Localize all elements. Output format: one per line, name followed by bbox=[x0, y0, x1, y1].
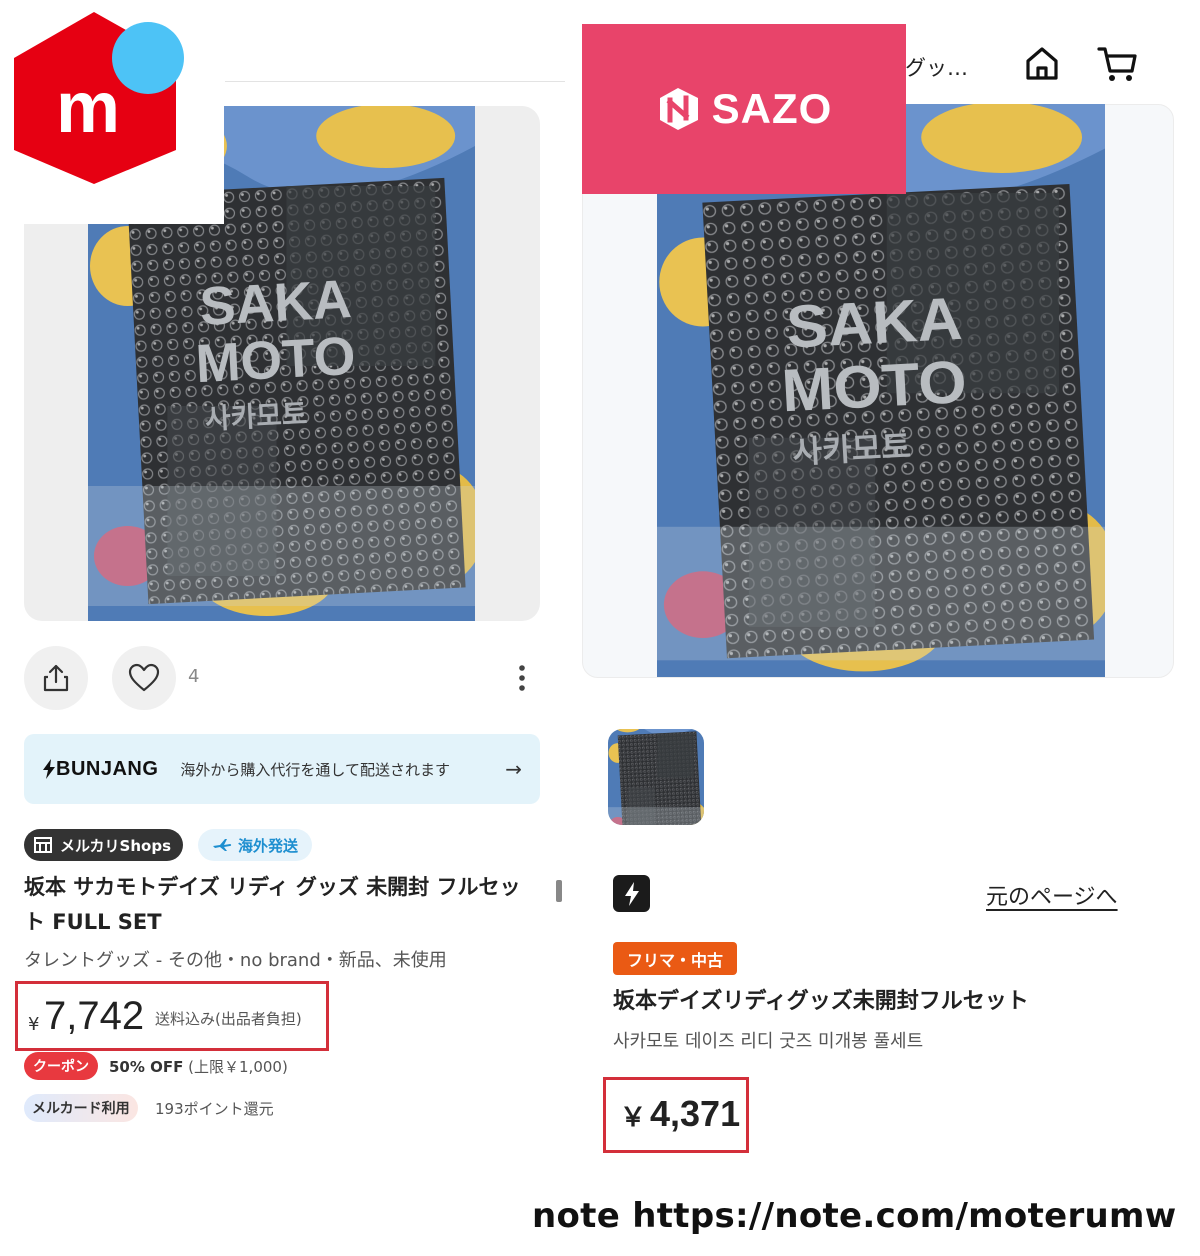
header-title-truncated: グッ… bbox=[905, 56, 968, 80]
product-meta: タレントグッズ - その他・no brand・新品、未使用 bbox=[24, 950, 447, 971]
price-value: 7,742 bbox=[44, 994, 145, 1038]
mercari-shops-badge: メルカリShops bbox=[24, 829, 184, 861]
scrollbar-thumb[interactable] bbox=[556, 880, 562, 902]
header-divider bbox=[225, 81, 565, 82]
overseas-shipping-badge: 海外発送 bbox=[198, 829, 313, 861]
mercari-logo-letter: m bbox=[56, 68, 120, 148]
bunjang-logo: BUNJANG bbox=[42, 758, 158, 781]
overseas-badge-label: 海外発送 bbox=[238, 836, 299, 855]
lightning-icon bbox=[613, 875, 650, 912]
points-info: 193ポイント還元 bbox=[155, 1100, 274, 1118]
price-currency: ￥ bbox=[620, 1102, 647, 1132]
like-button[interactable] bbox=[112, 646, 176, 710]
airplane-icon bbox=[213, 839, 232, 851]
share-icon bbox=[43, 664, 69, 692]
price-value: 4,371 bbox=[650, 1093, 741, 1134]
product-title: 坂本 サカモトデイズ リディ グッズ 未開封 フルセット FULL SET bbox=[24, 875, 521, 934]
thumbnail-image[interactable] bbox=[608, 729, 704, 825]
lightning-icon bbox=[43, 759, 55, 779]
arrow-right-icon: → bbox=[505, 757, 522, 781]
coupon-info: 50% OFF (上限￥1,000) bbox=[109, 1056, 288, 1077]
home-icon[interactable] bbox=[1022, 44, 1062, 84]
price: ￥ 4,371 bbox=[620, 1093, 740, 1135]
more-options-icon[interactable] bbox=[510, 662, 534, 694]
merucard-badge: メルカード利用 bbox=[24, 1094, 138, 1122]
coupon-limit: (上限￥1,000) bbox=[188, 1058, 288, 1076]
original-page-link[interactable]: 元のページへ bbox=[986, 879, 1118, 911]
shop-icon bbox=[34, 837, 52, 853]
coupon-discount: 50% OFF bbox=[109, 1058, 184, 1076]
product-subtitle-korean: 사카모토 데이즈 리디 굿즈 미개봉 풀세트 bbox=[613, 1031, 924, 1052]
bunjang-banner[interactable]: BUNJANG 海外から購入代行を通して配送されます → bbox=[24, 734, 540, 804]
note-footer-url: note https://note.com/moterumw bbox=[532, 1196, 1177, 1236]
cart-icon[interactable] bbox=[1096, 44, 1138, 84]
photo-subtitle: 사카모토 bbox=[204, 397, 308, 435]
bunjang-brand-text: BUNJANG bbox=[56, 757, 159, 780]
bunjang-description: 海外から購入代行を通して配送されます bbox=[180, 760, 450, 779]
like-count: 4 bbox=[188, 666, 200, 687]
coupon-badge[interactable]: クーポン bbox=[24, 1052, 98, 1080]
sazo-mark-icon bbox=[659, 88, 698, 130]
photo-title-bottom: MOTO bbox=[780, 348, 968, 424]
shipping-info: 送料込み(出品者負担) bbox=[155, 1010, 302, 1028]
photo-title-bottom: MOTO bbox=[194, 326, 357, 395]
share-button[interactable] bbox=[24, 646, 88, 710]
product-title: 坂本デイズリディグッズ未開封フルセット bbox=[613, 989, 1029, 1014]
photo-subtitle: 사카모토 bbox=[792, 430, 912, 471]
flea-market-badge: フリマ・中古 bbox=[613, 942, 738, 975]
sazo-logo: SAZO bbox=[582, 24, 906, 194]
price-currency: ¥ bbox=[28, 1014, 40, 1035]
heart-icon bbox=[128, 663, 160, 692]
shops-badge-label: メルカリShops bbox=[60, 836, 172, 855]
mercari-logo: m bbox=[0, 0, 224, 224]
sazo-logo-text: SAZO bbox=[711, 85, 833, 132]
